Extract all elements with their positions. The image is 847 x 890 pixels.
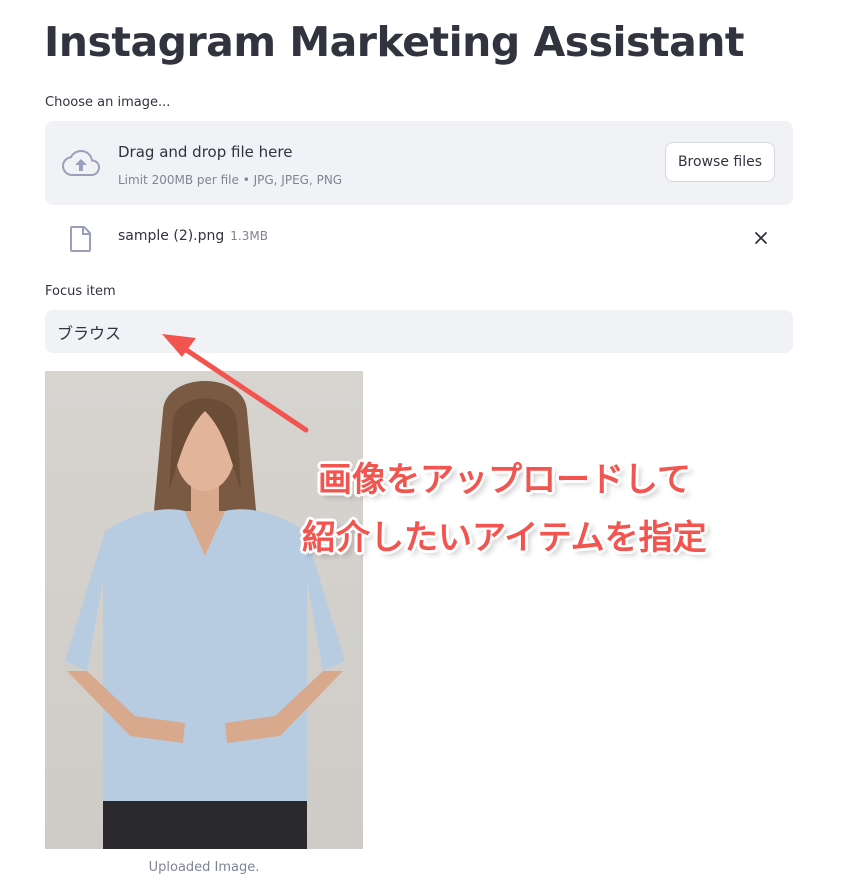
focus-item-label: Focus item	[45, 284, 116, 299]
focus-item-input[interactable]	[45, 310, 793, 353]
dropzone-limit: Limit 200MB per file • JPG, JPEG, PNG	[118, 173, 343, 187]
uploaded-file-name: sample (2).png	[118, 228, 225, 244]
dropzone-instructions: Drag and drop file here	[118, 143, 293, 161]
file-dropzone[interactable]: Drag and drop file here Limit 200MB per …	[45, 121, 793, 205]
browse-files-button[interactable]: Browse files	[664, 142, 775, 182]
annotation-line-1: 画像をアップロードして	[318, 460, 691, 500]
uploaded-file-size: 1.3MB	[230, 229, 268, 243]
file-icon	[70, 226, 91, 252]
cloud-upload-icon	[62, 149, 100, 176]
image-caption: Uploaded Image.	[148, 860, 260, 875]
close-icon	[755, 232, 767, 244]
uploader-label: Choose an image...	[45, 95, 171, 110]
annotation-line-2: 紹介したいアイテムを指定	[302, 518, 707, 558]
uploaded-image	[45, 371, 363, 849]
page-title: Instagram Marketing Assistant	[44, 18, 745, 66]
woman-blouse-photo	[65, 381, 345, 849]
remove-file-button[interactable]	[749, 226, 773, 250]
uploaded-file-row: sample (2).png 1.3MB	[45, 220, 793, 256]
